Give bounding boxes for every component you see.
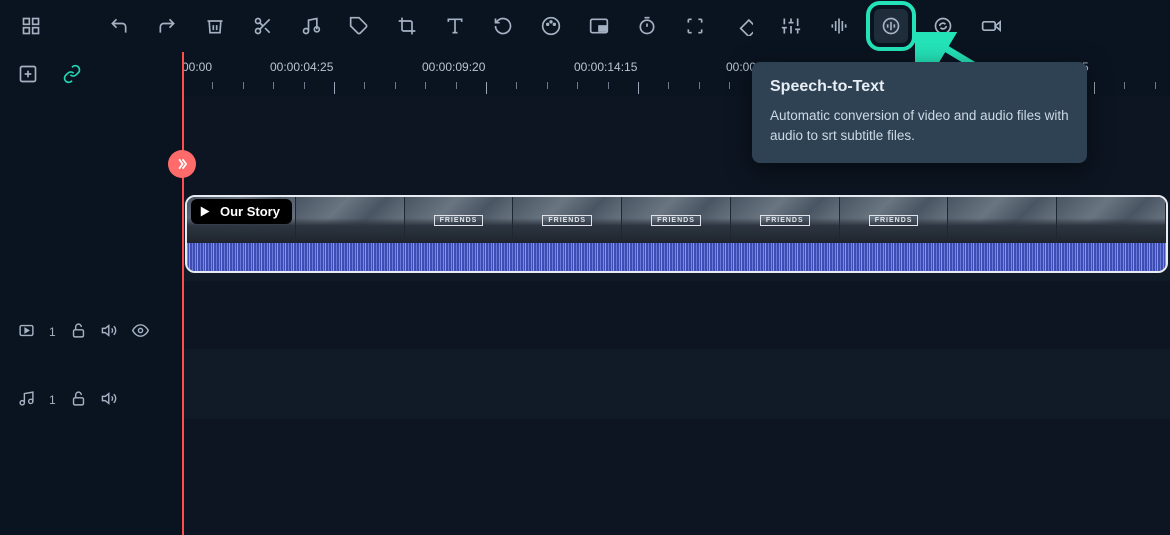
clip-thumbnails: FRIENDS FRIENDS FRIENDS FRIENDS FRIENDS xyxy=(187,197,1166,243)
eye-icon[interactable] xyxy=(132,322,149,342)
link-icon[interactable] xyxy=(62,64,82,89)
audio-bars-icon[interactable] xyxy=(826,13,852,39)
toolbar xyxy=(0,0,1170,52)
thumb-label: FRIENDS xyxy=(542,215,592,226)
left-panel-top xyxy=(18,64,82,89)
crop-frame-icon[interactable] xyxy=(682,13,708,39)
lock-icon[interactable] xyxy=(70,322,87,342)
time-label: 00:00:14:15 xyxy=(574,60,637,74)
playhead-line[interactable] xyxy=(182,52,184,535)
tooltip-desc: Automatic conversion of video and audio … xyxy=(770,106,1069,145)
timer-icon[interactable] xyxy=(634,13,660,39)
rotate-icon[interactable] xyxy=(490,13,516,39)
scissors-icon[interactable] xyxy=(250,13,276,39)
grid-icon[interactable] xyxy=(18,13,44,39)
video-clip[interactable]: FRIENDS FRIENDS FRIENDS FRIENDS FRIENDS … xyxy=(185,195,1168,273)
audio-track-bg[interactable] xyxy=(182,349,1170,419)
palette-icon[interactable] xyxy=(538,13,564,39)
redo-icon[interactable] xyxy=(154,13,180,39)
video-row-area xyxy=(182,281,1170,349)
trash-icon[interactable] xyxy=(202,13,228,39)
crop-icon[interactable] xyxy=(394,13,420,39)
sliders-icon[interactable] xyxy=(778,13,804,39)
clip-waveform xyxy=(187,243,1166,271)
pip-icon[interactable] xyxy=(586,13,612,39)
time-label: 00:00 xyxy=(182,60,212,74)
empty-track xyxy=(182,419,1170,535)
sync-icon[interactable] xyxy=(930,13,956,39)
camera-icon[interactable] xyxy=(978,13,1004,39)
time-label: 00:00:04:25 xyxy=(270,60,333,74)
tag-icon[interactable] xyxy=(346,13,372,39)
tooltip-title: Speech-to-Text xyxy=(770,78,1069,96)
video-track-controls: 1 xyxy=(18,322,149,342)
thumb-label: FRIENDS xyxy=(651,215,701,226)
speech-to-text-tooltip: Speech-to-Text Automatic conversion of v… xyxy=(752,62,1087,163)
music-track-icon[interactable] xyxy=(18,390,35,410)
lock-icon[interactable] xyxy=(70,390,87,410)
playhead-handle[interactable] xyxy=(168,150,196,178)
video-track-icon[interactable] xyxy=(18,322,35,342)
time-label: 00:00:09:20 xyxy=(422,60,485,74)
video-track-number: 1 xyxy=(49,325,56,339)
speaker-icon[interactable] xyxy=(101,390,118,410)
diamond-icon[interactable] xyxy=(730,13,756,39)
clip-header: Our Story xyxy=(191,199,292,224)
audio-track-controls: 1 xyxy=(18,390,118,410)
razor-note-icon[interactable] xyxy=(298,13,324,39)
speech-to-text-icon[interactable] xyxy=(874,9,908,43)
thumb-label: FRIENDS xyxy=(434,215,484,226)
text-icon[interactable] xyxy=(442,13,468,39)
thumb-label: FRIENDS xyxy=(760,215,810,226)
thumb-label: FRIENDS xyxy=(869,215,919,226)
add-track-icon[interactable] xyxy=(18,64,38,89)
audio-track-number: 1 xyxy=(49,393,56,407)
speaker-icon[interactable] xyxy=(101,322,118,342)
undo-icon[interactable] xyxy=(106,13,132,39)
clip-title: Our Story xyxy=(220,204,280,219)
